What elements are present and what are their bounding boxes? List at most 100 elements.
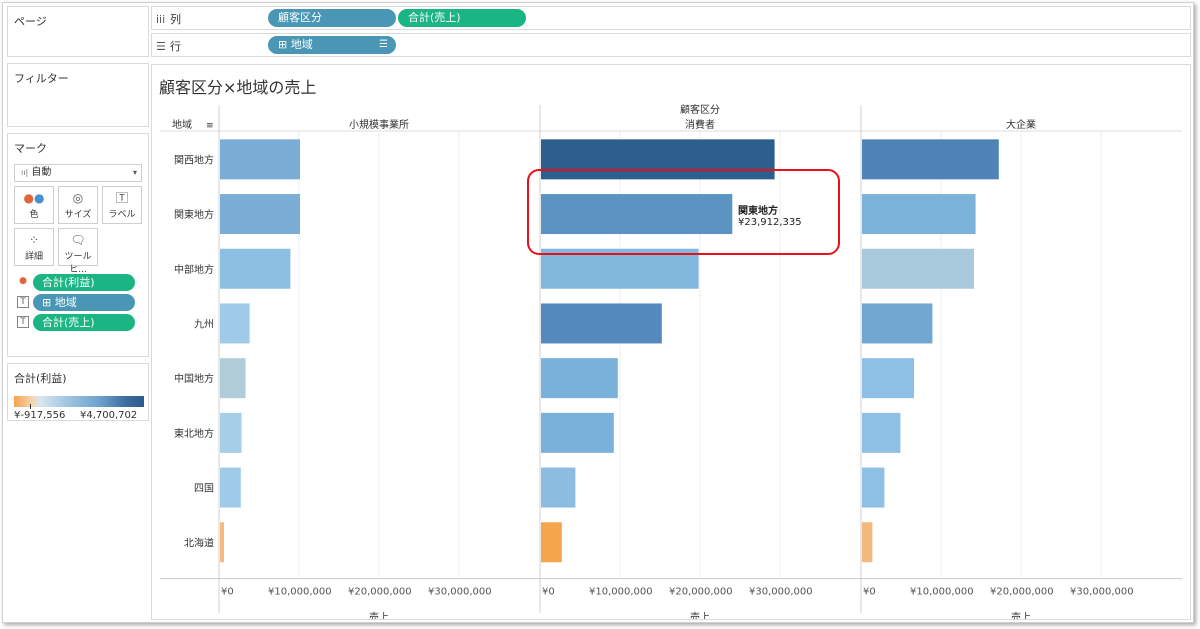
columns-shelf-label: iii 列 [156,13,181,26]
sort-descending-icon[interactable]: ☰ [379,36,388,54]
bar-東北地方 [541,412,614,453]
tooltip-button[interactable]: 🗨 ツールヒ... [58,228,98,275]
legend-min-value: ¥-917,556 [14,410,66,421]
mark-type-dropdown[interactable]: ıı| 自動 ▾ [14,164,142,182]
marks-field-region[interactable]: ⊞ 地域 [33,294,135,311]
row-label: 東北地方 [174,427,214,440]
x-tick-label: ¥20,000,000 [990,587,1054,598]
row-label: 関東地方 [174,208,214,221]
rows-icon: ☰ [156,40,166,53]
color-field-icon: ● [19,276,27,286]
bar-東北地方 [862,412,901,453]
detail-button-label: 詳細 [24,252,43,262]
columns-pill-customer-segment[interactable]: 顧客区分 [268,9,396,27]
chevron-down-icon: ▾ [132,168,137,177]
detail-button[interactable]: ⁘ 詳細 [14,228,54,266]
sort-indicator-icon: ≡ [206,121,214,131]
row-label: 九州 [194,318,214,330]
column-header-title: 顧客区分 [680,103,720,116]
text-field-icon: T [17,316,29,328]
size-button[interactable]: ◎ サイズ [58,186,98,224]
segment-header: 小規模事業所 [349,118,409,131]
rows-pill-region[interactable]: ⊞ 地域 ☰ [268,36,396,54]
tooltip-sales-value: ¥23,912,335 [738,217,802,228]
bar-九州 [541,303,662,344]
bar-中部地方 [220,248,291,289]
speech-bubble-icon: 🗨 [70,233,86,247]
bar-chart: 顧客区分地域 ≡ 小規模事業所 ¥0 ¥10,000,000 ¥20,000,000 ¥30… [160,103,1182,619]
bar-北海道 [541,522,562,563]
x-tick-label: ¥10,000,000 [910,587,974,598]
label-button-label: ラベル [108,210,136,220]
highlight-annotation: 関東地方 ¥23,912,335 [527,169,840,255]
bar-北海道 [862,522,873,563]
pages-card-title: ページ [14,15,47,28]
columns-pill-sales-label: 合計(売上) [408,11,461,24]
rows-pill-region-label: ⊞ 地域 [278,38,313,51]
row-label: 四国 [194,483,214,495]
rows-shelf[interactable]: ☰ 行 ⊞ 地域 ☰ [151,33,1191,57]
filters-card-title: フィルター [14,72,69,85]
row-header-title: 地域 [172,118,192,131]
bar-関東地方 [220,194,300,235]
worksheet-view: 顧客区分地域 ≡ 小規模事業所 ¥0 ¥10,000,000 ¥20,000,000 ¥30… [151,64,1191,620]
bar-関西地方 [862,139,999,180]
x-axis-label: 売上 [369,611,389,619]
x-tick-label: ¥20,000,000 [348,587,412,598]
row-label: 中部地方 [174,263,214,276]
segment-header: 消費者 [685,118,715,131]
bar-chart-icon: ıı| [21,168,29,177]
color-button[interactable]: ●● 色 [14,186,54,224]
bar-四国 [220,467,241,508]
color-dots-icon: ●● [23,191,45,205]
bar-関東地方 [862,194,976,235]
x-tick-label: ¥0 [542,587,555,598]
legend-title: 合計(利益) [14,372,67,385]
label-button[interactable]: 🅃 ラベル [102,186,142,224]
text-field-icon: T [17,296,29,308]
x-axis-label: 売上 [690,611,710,619]
segment-header: 大企業 [1006,118,1036,131]
legend-max-value: ¥4,700,702 [80,410,138,421]
size-button-label: サイズ [64,210,92,220]
columns-pill-customer-segment-label: 顧客区分 [278,11,322,24]
x-tick-label: ¥10,000,000 [268,587,332,598]
bar-東北地方 [220,412,242,453]
bar-関西地方 [220,139,300,180]
columns-pill-sales[interactable]: 合計(売上) [398,9,526,27]
tooltip-button-label: ツールヒ... [64,252,92,275]
profit-color-legend: 合計(利益) ¥-917,556 ¥4,700,702 [7,363,149,421]
tooltip-region-name: 関東地方 [738,206,778,217]
columns-icon: iii [156,13,166,26]
size-circles-icon: ◎ [72,191,84,205]
x-tick-label: ¥30,000,000 [1070,587,1134,598]
bar-中国地方 [541,358,618,399]
rows-shelf-label: ☰ 行 [156,40,181,53]
row-label: 中国地方 [174,372,214,385]
marks-field-region-label: ⊞ 地域 [42,296,77,309]
detail-dots-icon: ⁘ [28,233,40,247]
filters-card[interactable]: フィルター [7,63,149,127]
bar-北海道 [220,522,224,563]
x-tick-label: ¥20,000,000 [669,587,733,598]
legend-color-ramp[interactable] [14,396,144,407]
bar-中国地方 [862,358,914,399]
bar-中部地方 [862,248,974,289]
x-tick-label: ¥30,000,000 [749,587,813,598]
x-tick-label: ¥0 [221,587,234,598]
marks-card: マーク ıı| 自動 ▾ ●● 色 ◎ サイズ 🅃 ラベル ⁘ 詳細 🗨 ツール… [7,133,149,357]
text-label-icon: 🅃 [115,191,128,205]
legend-zero-tick [30,404,31,409]
marks-field-sales-label: 合計(売上) [42,316,95,329]
marks-card-title: マーク [14,142,47,155]
columns-shelf[interactable]: iii 列 顧客区分 合計(売上) [151,6,1191,30]
bar-中国地方 [220,358,246,399]
chart-title: 顧客区分×地域の売上 [159,78,317,97]
marks-field-sales[interactable]: 合計(売上) [33,314,135,331]
mark-type-value: 自動 [31,167,52,178]
bar-四国 [541,467,576,508]
pages-card[interactable]: ページ [7,6,149,57]
bar-九州 [220,303,250,344]
color-button-label: 色 [29,210,39,220]
marks-field-profit[interactable]: 合計(利益) [33,274,135,291]
